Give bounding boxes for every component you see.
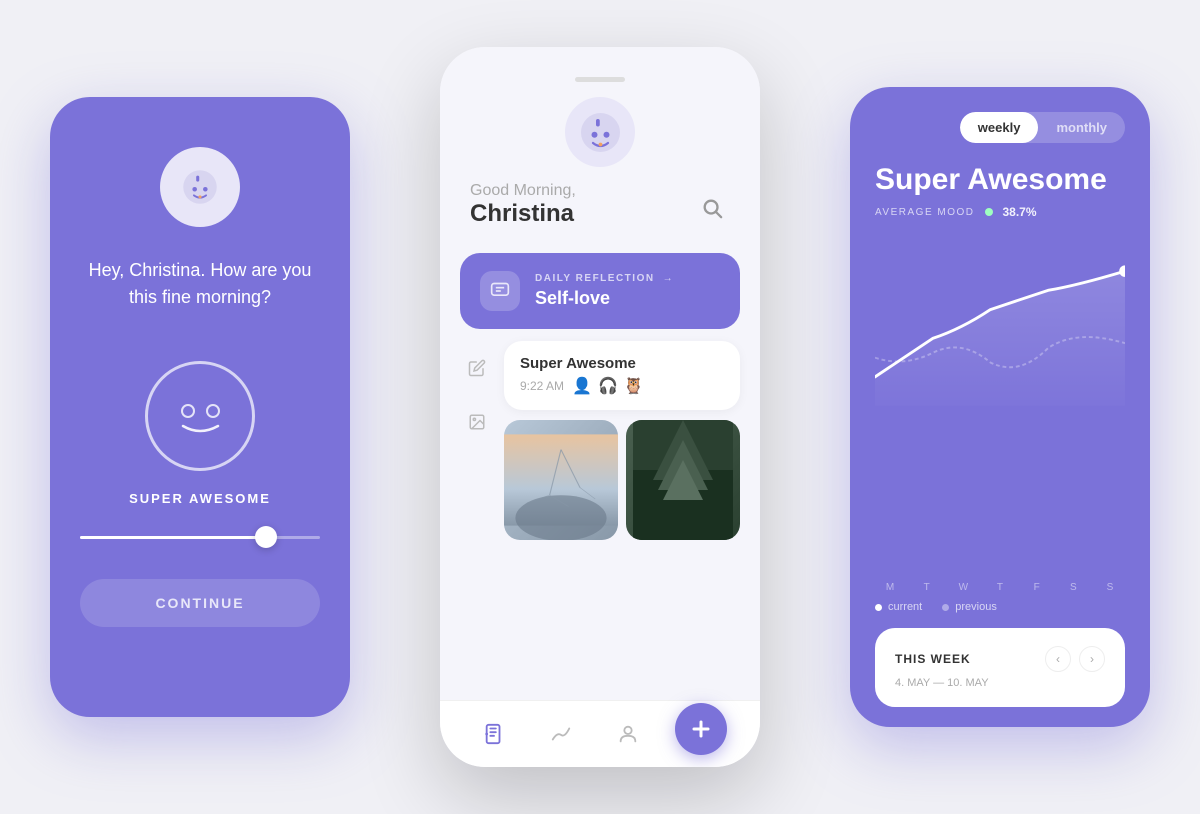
center-scroll: DAILY REFLECTION → Self-love xyxy=(440,243,760,700)
left-avatar xyxy=(160,147,240,227)
reflection-title: Self-love xyxy=(535,288,674,309)
day-S1: S xyxy=(1063,582,1083,593)
photo-1-image xyxy=(504,420,618,540)
day-S2: S xyxy=(1100,582,1120,593)
side-icons xyxy=(460,341,494,540)
monthly-toggle[interactable]: monthly xyxy=(1038,112,1125,143)
image-icon[interactable] xyxy=(460,405,494,439)
day-W: W xyxy=(953,582,973,593)
journal-icon xyxy=(483,723,505,745)
legend-previous: previous xyxy=(942,601,997,613)
avg-mood-dot xyxy=(985,208,993,216)
day-T2: T xyxy=(990,582,1010,593)
prev-week-button[interactable]: ‹ xyxy=(1045,646,1071,672)
current-dot xyxy=(875,604,882,611)
chat-icon xyxy=(490,281,510,301)
left-greeting: Hey, Christina. How are you this fine mo… xyxy=(80,257,320,311)
week-card-header: THIS WEEK ‹ › xyxy=(895,646,1105,672)
person-icon: 👤 xyxy=(572,376,592,396)
mood-chart xyxy=(875,234,1125,572)
time-toggle: weekly monthly xyxy=(960,112,1125,143)
plus-icon xyxy=(689,717,713,741)
this-week-label: THIS WEEK xyxy=(895,652,971,666)
mood-circle xyxy=(145,361,255,471)
day-labels: M T W T F S S xyxy=(875,582,1125,593)
entry-mood: Super Awesome xyxy=(520,355,724,372)
legend-current: current xyxy=(875,601,922,613)
daily-reflection-card[interactable]: DAILY REFLECTION → Self-love xyxy=(460,253,740,329)
avg-mood-value: 38.7% xyxy=(1003,205,1037,219)
images-row xyxy=(504,420,740,540)
toggle-row: weekly monthly xyxy=(875,112,1125,143)
center-top: Good Morning, Christina xyxy=(440,47,760,243)
search-icon xyxy=(701,197,723,219)
legend-row: current previous xyxy=(875,601,1125,613)
entry-icons-row: 👤 🎧 🦉 xyxy=(572,376,644,396)
reflection-header: DAILY REFLECTION → xyxy=(535,273,674,284)
greeting-section: Good Morning, Christina xyxy=(470,182,576,228)
entry-meta: 9:22 AM 👤 🎧 🦉 xyxy=(520,376,724,396)
mood-chart-svg xyxy=(875,234,1125,414)
slider-track xyxy=(80,536,320,539)
bottom-nav xyxy=(440,700,760,767)
slider-fill xyxy=(80,536,260,539)
continue-button[interactable]: CONTINUE xyxy=(80,579,320,627)
reflection-content: DAILY REFLECTION → Self-love xyxy=(535,273,674,309)
week-nav: ‹ › xyxy=(1045,646,1105,672)
slider-thumb[interactable] xyxy=(255,526,277,548)
day-F: F xyxy=(1027,582,1047,593)
avg-mood-label: AVERAGE MOOD xyxy=(875,207,975,218)
mood-slider[interactable] xyxy=(80,536,320,539)
search-button[interactable] xyxy=(694,190,730,226)
previous-dot xyxy=(942,604,949,611)
avg-mood-row: AVERAGE MOOD 38.7% xyxy=(875,205,1125,219)
edit-icon[interactable] xyxy=(460,351,494,385)
center-phone: Good Morning, Christina xyxy=(440,47,760,767)
right-phone: weekly monthly Super Awesome AVERAGE MOO… xyxy=(850,87,1150,727)
reflection-icon xyxy=(480,271,520,311)
avatar-face-icon xyxy=(181,168,219,206)
day-T1: T xyxy=(917,582,937,593)
mood-happy-icon xyxy=(173,396,228,436)
add-entry-button[interactable] xyxy=(675,703,727,755)
day-M: M xyxy=(880,582,900,593)
notch-area xyxy=(565,77,635,167)
right-mood-title: Super Awesome xyxy=(875,163,1125,197)
entries-list: Super Awesome 9:22 AM 👤 🎧 🦉 xyxy=(504,341,740,540)
week-date-range: 4. MAY — 10. MAY xyxy=(895,677,1105,689)
journal-nav-item[interactable] xyxy=(474,714,514,754)
chart-nav-item[interactable] xyxy=(541,714,581,754)
entry-card[interactable]: Super Awesome 9:22 AM 👤 🎧 🦉 xyxy=(504,341,740,410)
notch-bar xyxy=(575,77,625,82)
headphones-icon: 🎧 xyxy=(598,376,618,396)
sub-greeting: Good Morning, xyxy=(470,182,576,200)
header-row: Good Morning, Christina xyxy=(465,182,735,228)
profile-icon xyxy=(617,723,639,745)
next-week-button[interactable]: › xyxy=(1079,646,1105,672)
main-greeting: Christina xyxy=(470,200,576,228)
entries-section: Super Awesome 9:22 AM 👤 🎧 🦉 xyxy=(460,341,740,540)
week-card: THIS WEEK ‹ › 4. MAY — 10. MAY xyxy=(875,628,1125,707)
left-phone: Hey, Christina. How are you this fine mo… xyxy=(50,97,350,717)
profile-nav-item[interactable] xyxy=(608,714,648,754)
binoculars-icon: 🦉 xyxy=(624,376,644,396)
photo-1 xyxy=(504,420,618,540)
weekly-toggle[interactable]: weekly xyxy=(960,112,1039,143)
center-avatar xyxy=(565,97,635,167)
center-avatar-icon xyxy=(578,110,623,155)
chart-icon xyxy=(550,723,572,745)
photo-2-image xyxy=(626,420,740,540)
photo-2 xyxy=(626,420,740,540)
mood-label: SUPER AWESOME xyxy=(129,491,271,506)
